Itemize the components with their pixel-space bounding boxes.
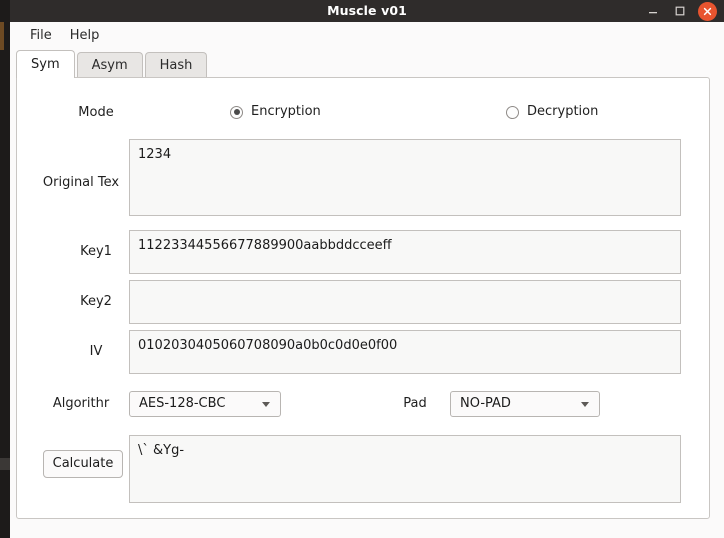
tab-strip: Sym Asym Hash: [16, 50, 710, 78]
desktop-strip-marker: [0, 458, 10, 470]
title-bar[interactable]: Muscle v01: [10, 0, 724, 22]
key1-input[interactable]: 11223344556677889900aabbddcceeff: [129, 230, 681, 274]
pad-select-value: NO-PAD: [460, 396, 511, 411]
minimize-icon: [649, 12, 657, 14]
iv-label: IV: [89, 344, 103, 359]
mode-label: Mode: [78, 105, 114, 120]
calculate-button[interactable]: Calculate: [43, 450, 123, 478]
pad-label: Pad: [403, 396, 427, 411]
radio-encryption-icon: [230, 105, 243, 119]
chevron-down-icon: [581, 401, 589, 407]
algorithm-select[interactable]: AES-128-CBC: [129, 391, 281, 417]
result-output[interactable]: \` &Yg-: [129, 435, 681, 503]
menu-item-help[interactable]: Help: [61, 25, 109, 47]
original-text-label: Original Tex: [42, 175, 120, 190]
window-controls: [644, 0, 720, 22]
maximize-button[interactable]: [671, 2, 689, 20]
radio-decryption[interactable]: Decryption: [506, 104, 598, 120]
application-window: Muscle v01 File Help Sym Asym Hash Mode …: [0, 0, 724, 538]
desktop-strip-highlight: [0, 22, 4, 50]
key1-label: Key1: [80, 244, 112, 259]
sym-tab-panel: Mode Encryption Decryption Original Tex …: [16, 77, 710, 519]
close-icon: [703, 7, 712, 15]
pad-select[interactable]: NO-PAD: [450, 391, 600, 417]
window-title: Muscle v01: [327, 3, 407, 18]
radio-decryption-icon: [506, 105, 519, 119]
iv-input[interactable]: 0102030405060708090a0b0c0d0e0f00: [129, 330, 681, 374]
radio-encryption[interactable]: Encryption: [230, 104, 321, 120]
menu-bar: File Help: [10, 22, 724, 50]
key2-label: Key2: [80, 294, 112, 309]
tab-hash[interactable]: Hash: [144, 52, 208, 78]
minimize-button[interactable]: [644, 2, 662, 20]
radio-encryption-label: Encryption: [251, 104, 321, 119]
maximize-icon: [675, 6, 685, 16]
original-text-input[interactable]: 1234: [129, 139, 681, 216]
tab-sym[interactable]: Sym: [16, 50, 75, 78]
algorithm-label: Algorithr: [52, 396, 110, 411]
desktop-left-strip: [0, 0, 10, 538]
algorithm-select-value: AES-128-CBC: [139, 396, 226, 411]
chevron-down-icon: [262, 401, 270, 407]
tab-asym[interactable]: Asym: [76, 52, 143, 78]
menu-item-file[interactable]: File: [21, 25, 61, 47]
close-button[interactable]: [698, 1, 717, 21]
radio-decryption-label: Decryption: [527, 104, 599, 119]
key2-input[interactable]: [129, 280, 681, 324]
